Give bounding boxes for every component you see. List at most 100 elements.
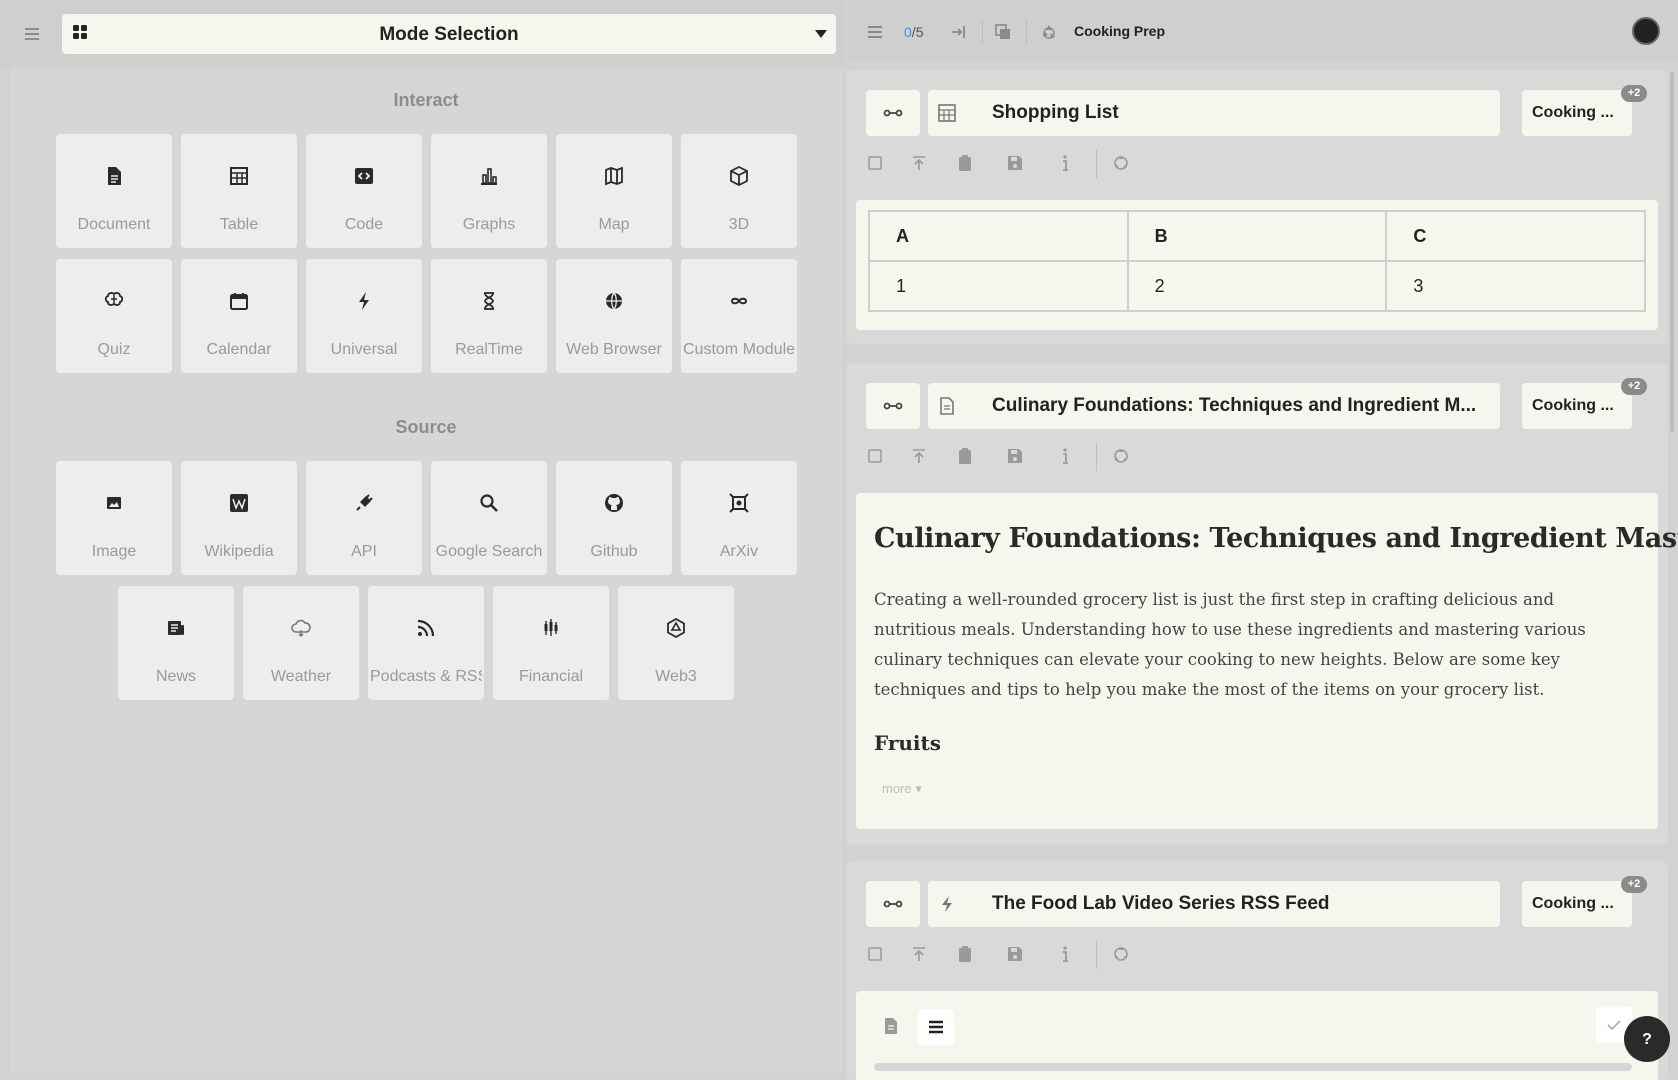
card-food-lab-rss: The Food Lab Video Series RSS Feed Cooki…: [846, 861, 1668, 1080]
link-button[interactable]: [866, 881, 920, 927]
divider: [1026, 20, 1027, 44]
bar-chart-icon: [479, 166, 499, 186]
info-icon[interactable]: [1056, 945, 1074, 963]
chevron-down-icon[interactable]: [814, 28, 828, 40]
tile-arxiv[interactable]: ArXiv: [681, 461, 797, 575]
clipboard-icon[interactable]: [956, 154, 974, 172]
tile-label: News: [155, 668, 196, 685]
scrollbar[interactable]: [1670, 72, 1674, 432]
tag-button[interactable]: Cooking ...: [1522, 383, 1632, 429]
tile-api[interactable]: API: [306, 461, 422, 575]
card-title-box[interactable]: Shopping List: [928, 90, 1500, 136]
card-title: Culinary Foundations: Techniques and Ing…: [992, 395, 1477, 416]
data-table: A B C 1 2 3: [868, 210, 1646, 312]
card-toolbar: [866, 150, 1266, 178]
plug-icon: [354, 493, 374, 513]
mode-selector[interactable]: Mode Selection: [62, 14, 836, 54]
table-cell[interactable]: 1: [868, 260, 1129, 312]
menu-icon[interactable]: [22, 24, 42, 44]
collapse-icon[interactable]: [950, 23, 968, 41]
tile-calendar[interactable]: Calendar: [181, 259, 297, 373]
workspace-title: Cooking Prep: [1074, 23, 1166, 39]
link-button[interactable]: [866, 383, 920, 429]
list-icon[interactable]: [866, 23, 884, 41]
save-icon[interactable]: [1006, 154, 1024, 172]
tile-3d[interactable]: 3D: [681, 134, 797, 248]
save-icon[interactable]: [1006, 447, 1024, 465]
tile-graphs[interactable]: Graphs: [431, 134, 547, 248]
clipboard-icon[interactable]: [956, 447, 974, 465]
info-icon[interactable]: [1056, 447, 1074, 465]
card-title: Shopping List: [992, 102, 1119, 123]
tile-wikipedia[interactable]: Wikipedia: [181, 461, 297, 575]
tile-github[interactable]: Github: [556, 461, 672, 575]
tile-google-search[interactable]: Google Search: [431, 461, 547, 575]
list-view-button[interactable]: [918, 1009, 954, 1045]
column-header[interactable]: B: [1126, 210, 1388, 262]
tile-document[interactable]: Document: [56, 134, 172, 248]
tile-weather[interactable]: Weather: [243, 586, 359, 700]
tile-label: Google Search: [435, 543, 543, 560]
column-header[interactable]: A: [868, 210, 1129, 262]
tile-map[interactable]: Map: [556, 134, 672, 248]
card-toolbar: [866, 443, 1266, 471]
table-cell[interactable]: 3: [1385, 260, 1646, 312]
recycle-icon[interactable]: [1112, 154, 1130, 172]
tile-universal[interactable]: Universal: [306, 259, 422, 373]
recycle-icon[interactable]: [1040, 23, 1058, 41]
hourglass-icon: [479, 291, 499, 311]
move-top-icon[interactable]: [910, 154, 928, 172]
tile-label: Web3: [655, 668, 697, 685]
move-top-icon[interactable]: [910, 945, 928, 963]
tile-code[interactable]: Code: [306, 134, 422, 248]
column-header[interactable]: C: [1385, 210, 1646, 262]
tag-count-badge: +2: [1621, 85, 1647, 102]
divider: [1096, 150, 1097, 178]
help-button[interactable]: ?: [1624, 1016, 1670, 1062]
avatar[interactable]: [1632, 17, 1660, 45]
copy-icon[interactable]: [994, 23, 1012, 41]
checkbox-icon[interactable]: [866, 945, 884, 963]
cloud-icon: [291, 618, 311, 638]
table-cell[interactable]: 2: [1126, 260, 1388, 312]
info-icon[interactable]: [1056, 154, 1074, 172]
tile-table[interactable]: Table: [181, 134, 297, 248]
tile-custom-module[interactable]: Custom Module: [681, 259, 797, 373]
tile-quiz[interactable]: Quiz: [56, 259, 172, 373]
card-title-box[interactable]: The Food Lab Video Series RSS Feed: [928, 881, 1500, 927]
tile-label: Custom Module: [683, 341, 795, 358]
tile-label: Map: [598, 216, 630, 233]
tile-web3[interactable]: Web3: [618, 586, 734, 700]
recycle-icon[interactable]: [1112, 447, 1130, 465]
more-toggle[interactable]: more ▾: [882, 781, 922, 797]
tag-count-badge: +2: [1621, 378, 1647, 395]
checkbox-icon[interactable]: [866, 154, 884, 172]
tag-label: Cooking ...: [1532, 397, 1614, 414]
clipboard-icon[interactable]: [956, 945, 974, 963]
move-top-icon[interactable]: [910, 447, 928, 465]
tile-realtime[interactable]: RealTime: [431, 259, 547, 373]
card-culinary-foundations: Culinary Foundations: Techniques and Ing…: [846, 363, 1678, 845]
tile-label: ArXiv: [719, 543, 759, 560]
calendar-icon: [229, 291, 249, 311]
recycle-icon[interactable]: [1112, 945, 1130, 963]
tile-podcasts-rss[interactable]: Podcasts & RSS: [368, 586, 484, 700]
card-title-box[interactable]: Culinary Foundations: Techniques and Ing…: [928, 383, 1500, 429]
link-button[interactable]: [866, 90, 920, 136]
tag-label: Cooking ...: [1532, 895, 1614, 912]
tile-image[interactable]: Image: [56, 461, 172, 575]
document-view-icon[interactable]: [882, 1017, 900, 1035]
card-title: The Food Lab Video Series RSS Feed: [992, 893, 1330, 914]
document-heading: Culinary Foundations: Techniques and Ing…: [874, 523, 1678, 554]
mode-selection-panel: Interact Document Table Code Graphs Map: [10, 68, 842, 1073]
tag-button[interactable]: Cooking ...: [1522, 90, 1632, 136]
tile-label: RealTime: [455, 341, 523, 358]
tile-news[interactable]: News: [118, 586, 234, 700]
tile-financial[interactable]: Financial: [493, 586, 609, 700]
tile-web-browser[interactable]: Web Browser: [556, 259, 672, 373]
save-icon[interactable]: [1006, 945, 1024, 963]
checkbox-icon[interactable]: [866, 447, 884, 465]
tile-label: Image: [91, 543, 137, 560]
wikipedia-icon: [229, 493, 249, 513]
tag-button[interactable]: Cooking ...: [1522, 881, 1632, 927]
